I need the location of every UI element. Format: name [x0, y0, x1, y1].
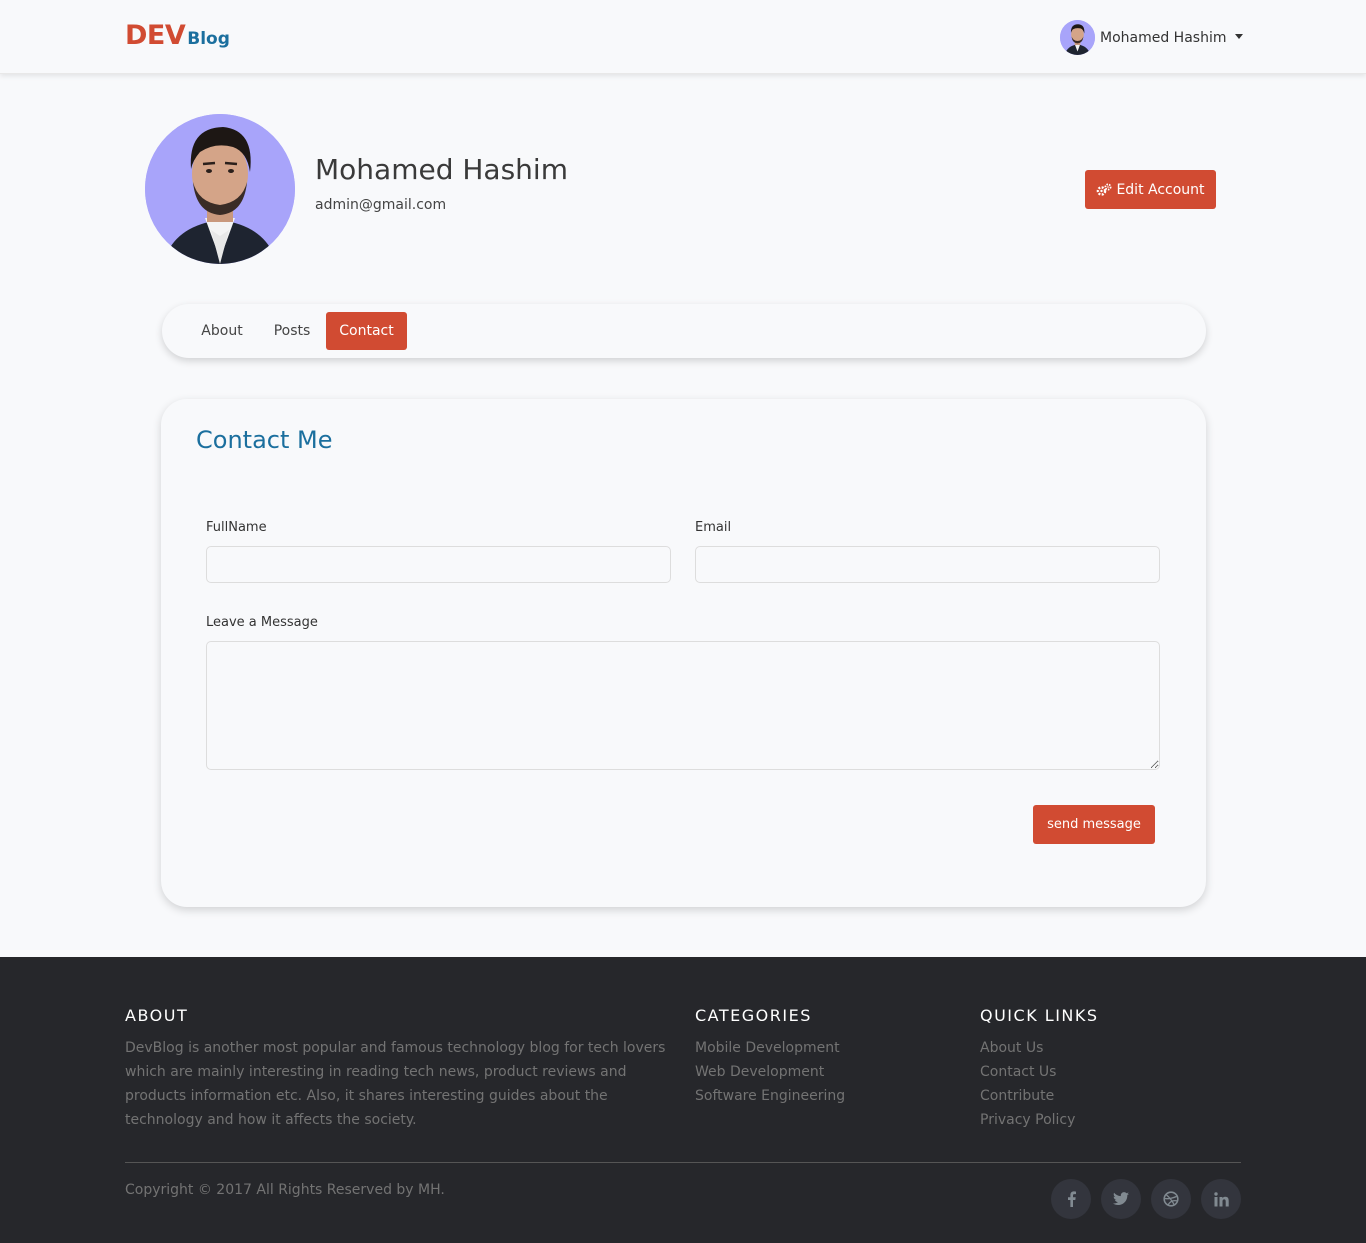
profile-tabs: About Posts Contact	[162, 304, 1206, 358]
footer-category-link[interactable]: Mobile Development	[695, 1036, 845, 1060]
navbar: DEV Blog Mohamed Hashim	[0, 0, 1366, 74]
fullname-input[interactable]	[206, 546, 671, 583]
facebook-icon[interactable]	[1051, 1179, 1091, 1219]
footer-about-text: DevBlog is another most popular and famo…	[125, 1040, 666, 1128]
avatar	[1060, 20, 1095, 55]
footer-quick-link[interactable]: Contribute	[980, 1084, 1075, 1108]
twitter-icon[interactable]	[1101, 1179, 1141, 1219]
dribbble-icon[interactable]	[1151, 1179, 1191, 1219]
profile-avatar	[145, 114, 295, 264]
edit-account-button[interactable]: Edit Account	[1085, 170, 1216, 209]
email-label: Email	[695, 520, 732, 535]
brand-dev-text: DEV	[125, 20, 186, 51]
contact-card: Contact Me FullName Email Leave a Messag…	[161, 399, 1206, 907]
footer-quick-link[interactable]: About Us	[980, 1036, 1075, 1060]
email-input[interactable]	[695, 546, 1160, 583]
footer-category-link[interactable]: Web Development	[695, 1060, 845, 1084]
send-message-button[interactable]: send message	[1033, 805, 1155, 844]
footer-quick-links-heading: QUICK LINKS	[980, 1006, 1099, 1025]
chevron-down-icon	[1234, 34, 1243, 39]
profile-name: Mohamed Hashim	[315, 153, 568, 186]
message-label: Leave a Message	[206, 615, 318, 630]
gears-icon	[1097, 183, 1112, 196]
tab-about[interactable]: About	[190, 312, 254, 350]
brand-logo[interactable]: DEV Blog	[125, 20, 230, 51]
footer-categories-list: Mobile Development Web Development Softw…	[695, 1036, 845, 1108]
brand-blog-text: Blog	[187, 29, 230, 49]
fullname-label: FullName	[206, 520, 267, 535]
footer-quick-link[interactable]: Privacy Policy	[980, 1108, 1075, 1132]
copyright-text: Copyright © 2017 All Rights Reserved by …	[125, 1182, 445, 1198]
contact-title: Contact Me	[196, 426, 333, 454]
footer: ABOUT DevBlog is another most popular an…	[0, 957, 1366, 1243]
user-name: Mohamed Hashim	[1100, 29, 1227, 46]
message-textarea[interactable]	[206, 641, 1160, 770]
footer-category-link[interactable]: Software Engineering	[695, 1084, 845, 1108]
linkedin-icon[interactable]	[1201, 1179, 1241, 1219]
footer-categories-heading: CATEGORIES	[695, 1006, 812, 1025]
profile-email: admin@gmail.com	[315, 197, 447, 213]
tab-posts[interactable]: Posts	[262, 312, 322, 350]
footer-divider	[125, 1162, 1241, 1163]
footer-quick-link[interactable]: Contact Us	[980, 1060, 1075, 1084]
edit-account-label: Edit Account	[1116, 181, 1205, 198]
footer-quick-links-list: About Us Contact Us Contribute Privacy P…	[980, 1036, 1075, 1132]
footer-about-heading: ABOUT	[125, 1006, 189, 1025]
user-menu-dropdown[interactable]: Mohamed Hashim	[1060, 20, 1243, 55]
tab-contact[interactable]: Contact	[326, 312, 407, 350]
